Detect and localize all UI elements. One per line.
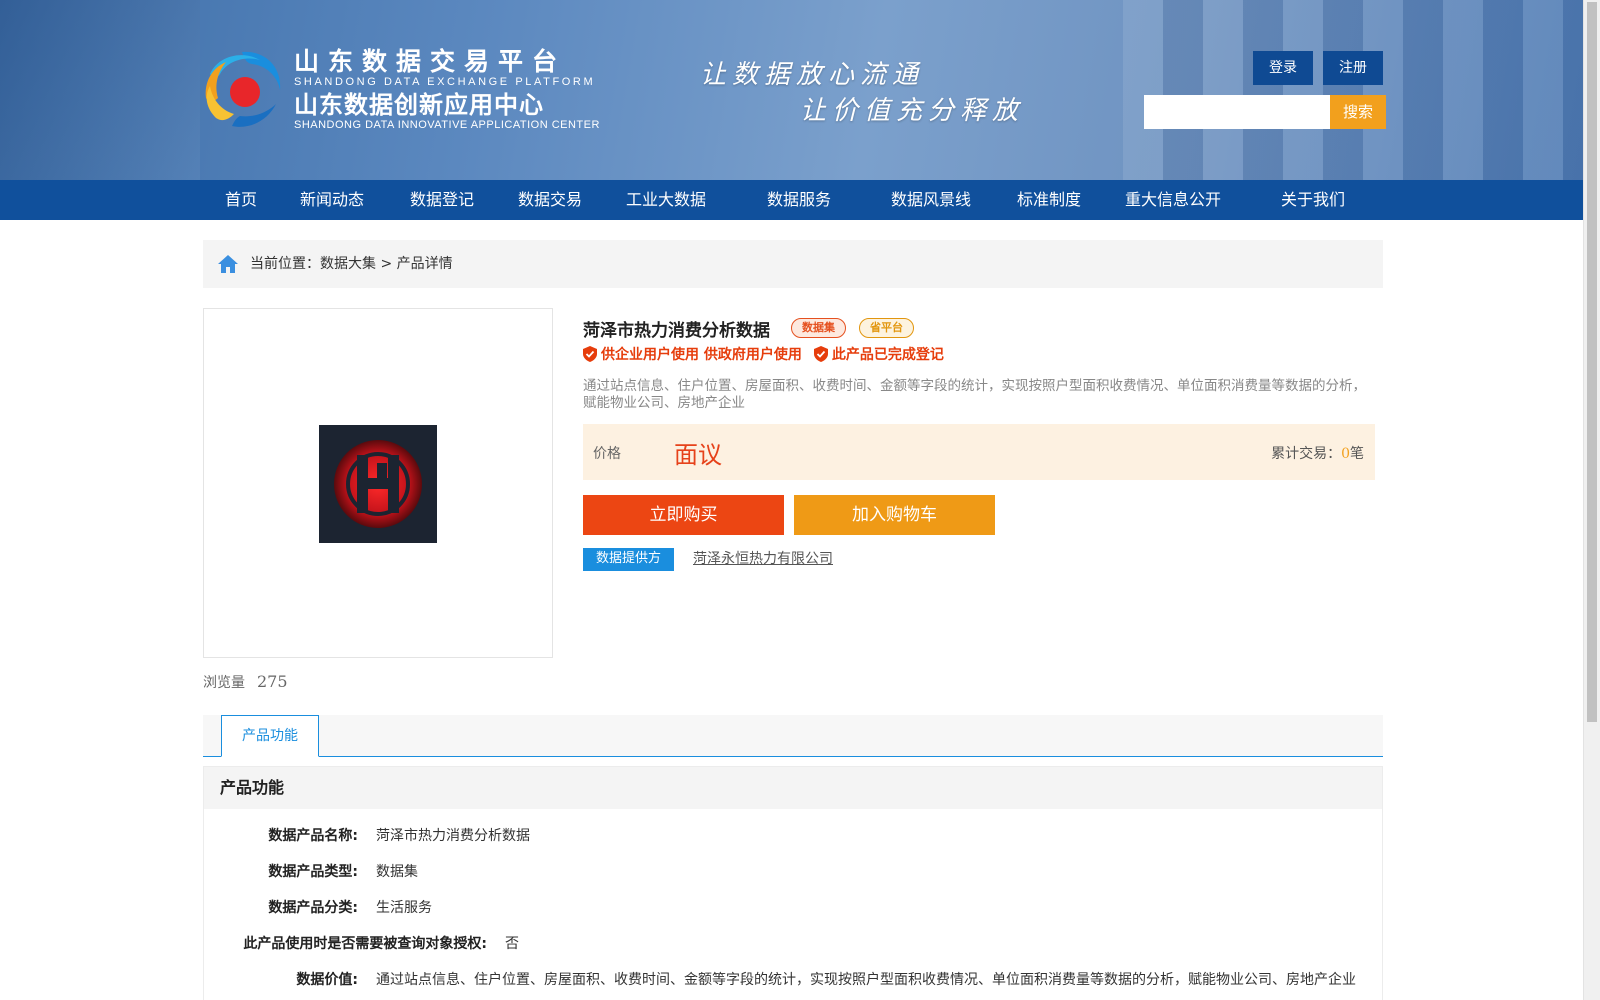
price-value: 面议: [674, 441, 722, 469]
site-header: 山东数据交易平台 SHANDONG DATA EXCHANGE PLATFORM…: [0, 0, 1583, 180]
detail-key: 此产品使用时是否需要被查询对象授权:: [243, 936, 487, 952]
detail-value: 否: [505, 936, 519, 952]
tab-product-features[interactable]: 产品功能: [221, 715, 319, 757]
nav-item-home[interactable]: 首页: [225, 180, 257, 220]
page-scrollbar[interactable]: [1583, 0, 1600, 1000]
view-count: 浏览量 275: [203, 672, 288, 692]
price-box: 价格 面议 累计交易：0笔: [583, 424, 1375, 480]
brand-title-cn: 山东数据交易平台: [294, 47, 567, 76]
product-notes: 供企业用户使用 供政府用户使用 此产品已完成登记: [583, 344, 944, 364]
nav-item-about[interactable]: 关于我们: [1281, 180, 1345, 220]
user-scope-note: 供企业用户使用 供政府用户使用: [601, 347, 802, 363]
detail-value: 通过站点信息、住户位置、房屋面积、收费时间、金额等字段的统计，实现按照户型面积收…: [376, 972, 1356, 988]
product-image: [319, 425, 437, 543]
nav-item-data-scenery[interactable]: 数据风景线: [891, 180, 971, 220]
slogan-line-2: 让价值充分释放: [800, 96, 1025, 126]
search-input[interactable]: [1144, 95, 1330, 129]
section-heading: 产品功能: [204, 767, 1382, 809]
breadcrumb-prefix: 当前位置：: [250, 256, 320, 272]
detail-row: 数据产品分类: 生活服务: [268, 897, 432, 917]
header-decoration-right: [1123, 0, 1583, 180]
product-title: 菏泽市热力消费分析数据: [583, 321, 770, 341]
register-button[interactable]: 注册: [1323, 51, 1383, 85]
nav-item-data-services[interactable]: 数据服务: [767, 180, 831, 220]
price-label: 价格: [593, 446, 621, 462]
breadcrumb-item-product-detail: 产品详情: [396, 256, 453, 272]
trade-count: 累计交易：0笔: [1271, 443, 1364, 463]
center-title-en: SHANDONG DATA INNOVATIVE APPLICATION CEN…: [294, 119, 600, 131]
provider-link[interactable]: 菏泽永恒热力有限公司: [693, 548, 833, 568]
breadcrumb-item-data-market[interactable]: 数据大集: [320, 256, 376, 272]
center-title-cn: 山东数据创新应用中心: [294, 91, 544, 119]
detail-row: 数据产品名称: 菏泽市热力消费分析数据: [268, 825, 530, 845]
product-features-section: 产品功能 数据产品名称: 菏泽市热力消费分析数据 数据产品类型: 数据集 数据产品分…: [203, 766, 1383, 1000]
nav-item-standards[interactable]: 标准制度: [1017, 180, 1081, 220]
detail-key: 数据产品类型:: [268, 864, 358, 880]
detail-key: 数据产品名称:: [268, 828, 358, 844]
provincial-platform-badge: 省平台: [859, 318, 914, 338]
product-logo-icon: [334, 440, 422, 528]
nav-item-disclosure[interactable]: 重大信息公开: [1125, 180, 1221, 220]
registered-note: 此产品已完成登记: [831, 347, 944, 363]
detail-row: 数据产品类型: 数据集: [268, 861, 418, 881]
tab-bar: 产品功能: [203, 715, 1383, 757]
add-to-cart-button[interactable]: 加入购物车: [794, 495, 995, 535]
nav-item-industrial-data[interactable]: 工业大数据: [626, 180, 706, 220]
header-decoration-left: [0, 0, 200, 180]
detail-row: 此产品使用时是否需要被查询对象授权: 否: [243, 933, 519, 953]
breadcrumb-separator: >: [376, 256, 397, 272]
slogan-line-1: 让数据放心流通: [700, 60, 925, 90]
home-icon[interactable]: [217, 254, 239, 274]
main-nav: 首页 新闻动态 数据登记 数据交易 工业大数据 数据服务 数据风景线 标准制度 …: [0, 180, 1583, 220]
brand-title-en: SHANDONG DATA EXCHANGE PLATFORM: [294, 76, 596, 88]
dataset-badge: 数据集: [791, 318, 846, 338]
provider-tag: 数据提供方: [583, 548, 674, 571]
product-image-box: [203, 308, 553, 658]
login-button[interactable]: 登录: [1253, 51, 1313, 85]
buy-now-button[interactable]: 立即购买: [583, 495, 784, 535]
detail-value: 生活服务: [376, 900, 432, 916]
nav-item-trading[interactable]: 数据交易: [518, 180, 582, 220]
detail-value: 数据集: [376, 864, 418, 880]
trade-label: 累计交易：: [1271, 446, 1342, 462]
search-button[interactable]: 搜索: [1330, 95, 1386, 129]
trade-count-number: 0: [1341, 446, 1350, 462]
scrollbar-thumb[interactable]: [1587, 2, 1597, 722]
brand-block[interactable]: 山东数据交易平台 SHANDONG DATA EXCHANGE PLATFORM…: [294, 48, 600, 132]
views-number: 275: [257, 672, 288, 691]
shield-check-icon: [583, 346, 597, 362]
detail-row: 数据价值: 通过站点信息、住户位置、房屋面积、收费时间、金额等字段的统计，实现按照…: [296, 969, 1356, 989]
detail-key: 数据产品分类:: [268, 900, 358, 916]
breadcrumb: 当前位置：数据大集 > 产品详情: [203, 240, 1383, 288]
views-label: 浏览量: [203, 675, 245, 691]
trade-unit: 笔: [1350, 446, 1364, 462]
nav-item-news[interactable]: 新闻动态: [300, 180, 364, 220]
detail-key: 数据价值:: [296, 972, 358, 988]
product-description: 通过站点信息、住户位置、房屋面积、收费时间、金额等字段的统计，实现按照户型面积收…: [583, 378, 1366, 411]
shield-check-icon: [813, 346, 828, 362]
logo-icon[interactable]: [202, 48, 284, 130]
nav-item-registration[interactable]: 数据登记: [410, 180, 474, 220]
detail-value: 菏泽市热力消费分析数据: [376, 828, 530, 844]
breadcrumb-trail: 当前位置：数据大集 > 产品详情: [250, 240, 453, 288]
